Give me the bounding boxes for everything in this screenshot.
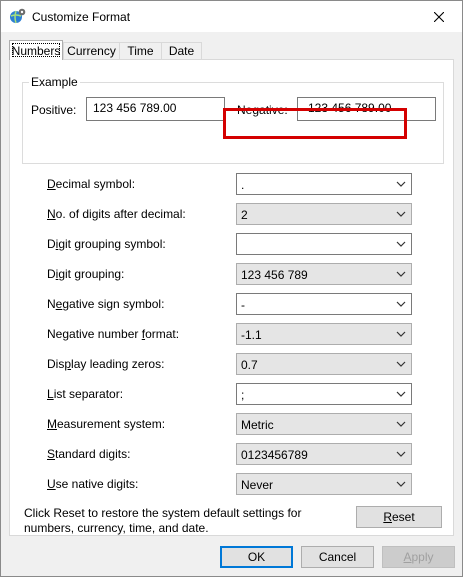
measurement-system-value: Metric [241,418,274,432]
display-leading-zeros-value: 0.7 [241,358,258,372]
measurement-system-combo[interactable]: Metric [236,413,412,435]
negative-sign-symbol-combo[interactable]: - [236,293,412,315]
ok-button[interactable]: OK [220,546,293,568]
negative-example-field: -123 456 789.00 [297,97,436,121]
chevron-down-icon [396,391,406,397]
decimal-symbol-label: Decimal symbol: [47,177,136,191]
digits-after-decimal-label: No. of digits after decimal: [47,207,186,221]
decimal-symbol-value: . [241,178,245,192]
negative-sign-symbol-label: Negative sign symbol: [47,297,165,311]
list-separator-label: List separator: [47,387,124,401]
reset-button[interactable]: Reset [356,506,442,528]
chevron-down-icon [396,451,406,457]
list-separator-value: ; [241,388,245,402]
chevron-down-icon [396,211,406,217]
digit-grouping-combo[interactable]: 123 456 789 [236,263,412,285]
chevron-down-icon [396,421,406,427]
use-native-digits-label: Use native digits: [47,477,139,491]
chevron-down-icon [396,181,406,187]
negative-number-format-label: Negative number format: [47,327,180,341]
digit-grouping-label: Digit grouping: [47,267,125,281]
list-separator-combo[interactable]: ; [236,383,412,405]
use-native-digits-value: Never [241,478,274,492]
standard-digits-combo[interactable]: 0123456789 [236,443,412,465]
window-title: Customize Format [32,10,131,24]
chevron-down-icon [396,331,406,337]
measurement-system-label: Measurement system: [47,417,166,431]
example-groupbox: Example Positive: 123 456 789.00 Negativ… [22,75,444,164]
globe-gear-icon [10,8,26,24]
tab-time[interactable]: Time [119,42,162,59]
numbers-tab-panel: Example Positive: 123 456 789.00 Negativ… [9,59,454,536]
close-button[interactable] [416,1,462,32]
digits-after-decimal-combo[interactable]: 2 [236,203,412,225]
chevron-down-icon [396,301,406,307]
display-leading-zeros-combo[interactable]: 0.7 [236,353,412,375]
tab-date[interactable]: Date [161,42,202,59]
standard-digits-value: 0123456789 [241,448,308,462]
digits-after-decimal-value: 2 [241,208,248,222]
use-native-digits-combo[interactable]: Never [236,473,412,495]
apply-button[interactable]: Apply [382,546,455,568]
chevron-down-icon [396,361,406,367]
close-icon [434,11,444,22]
negative-number-format-combo[interactable]: -1.1 [236,323,412,345]
example-legend: Example [29,75,80,89]
negative-label: Negative: [237,103,288,117]
chevron-down-icon [396,481,406,487]
positive-label: Positive: [31,103,77,117]
tab-numbers[interactable]: Numbers [9,40,63,60]
cancel-button[interactable]: Cancel [301,546,374,568]
digit-grouping-symbol-combo[interactable] [236,233,412,255]
display-leading-zeros-label: Display leading zeros: [47,357,165,371]
reset-info-text: Click Reset to restore the system defaul… [24,506,302,535]
decimal-symbol-combo[interactable]: . [236,173,412,195]
chevron-down-icon [396,271,406,277]
chevron-down-icon [396,241,406,247]
negative-sign-symbol-value: - [241,298,245,312]
tab-currency[interactable]: Currency [63,42,120,59]
standard-digits-label: Standard digits: [47,447,131,461]
customize-format-dialog: Customize Format Numbers Currency Time D… [0,0,463,577]
negative-number-format-value: -1.1 [241,328,262,342]
digit-grouping-value: 123 456 789 [241,268,308,282]
title-bar: Customize Format [1,1,462,32]
positive-example-field: 123 456 789.00 [86,97,225,121]
digit-grouping-symbol-label: Digit grouping symbol: [47,237,166,251]
